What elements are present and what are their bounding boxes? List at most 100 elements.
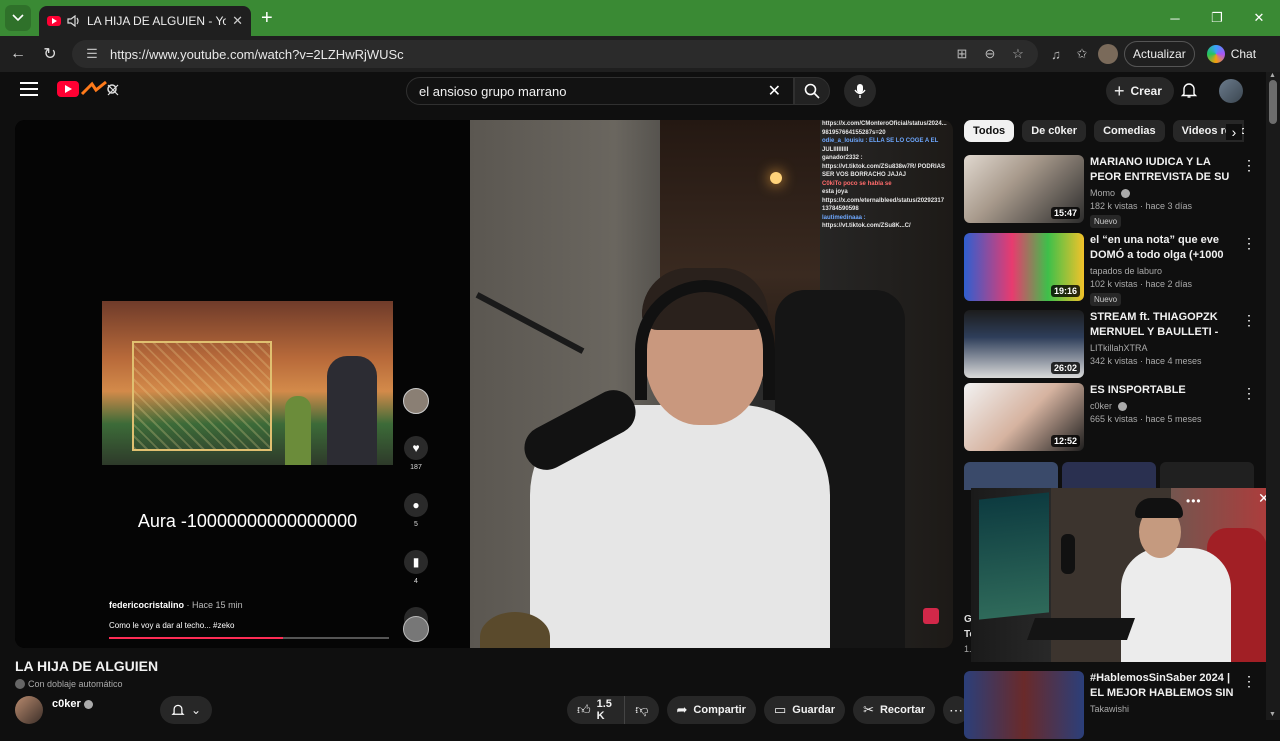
create-label: Crear (1130, 84, 1162, 98)
new-tab-button[interactable]: + (261, 8, 273, 28)
doodle-icon[interactable] (80, 80, 122, 98)
notifications-bell-icon[interactable] (1180, 81, 1198, 99)
video-player[interactable]: Aura -10000000000000000 ♥ 187 ● 5 ▮ 4 ➦ … (15, 120, 953, 648)
kebab-menu-icon[interactable]: ⋮ (1242, 673, 1256, 690)
video-title-link[interactable]: #HablemosSinSaber 2024 | EL MEJOR HABLEM… (1090, 671, 1238, 701)
keyboard-shape (1026, 618, 1136, 640)
picture-in-picture-window[interactable] (971, 488, 1277, 662)
recommendation-item[interactable]: 12:52 ES INSPORTABLE c0ker 665 k vistas … (964, 383, 1256, 453)
shorts-shelf (964, 462, 1254, 490)
recommendation-item[interactable]: 15:47 MARIANO IUDICA Y LA PEOR ENTREVIST… (964, 155, 1256, 229)
tiktok-creator-avatar (403, 388, 429, 414)
search-input[interactable]: el ansioso grupo marrano ✕ (406, 77, 794, 105)
browser-tab-youtube[interactable]: LA HIJA DE ALGUIEN - YouTube ✕ (39, 6, 251, 36)
video-meta: 342 k vistas · hace 4 meses (1090, 356, 1202, 366)
mic-arm-shape (475, 292, 585, 354)
tiktok-save-count: 4 (414, 578, 418, 585)
video-info: ES INSPORTABLE c0ker 665 k vistas · hace… (1090, 383, 1238, 424)
scroll-up-icon[interactable]: ▲ (1269, 72, 1276, 79)
kebab-menu-icon[interactable]: ⋮ (1242, 157, 1256, 174)
app-available-icon[interactable]: ⊞ (952, 44, 972, 64)
chevron-right-icon[interactable]: › (1226, 124, 1242, 140)
profile-avatar[interactable] (1098, 44, 1118, 64)
channel-name-text[interactable]: c0ker (52, 698, 81, 710)
youtube-logo[interactable] (57, 81, 79, 97)
tab-list-button[interactable] (5, 5, 31, 31)
tiktok-action-rail: ♥ 187 ● 5 ▮ 4 ➦ 30 (401, 388, 431, 642)
voice-search-button[interactable] (844, 75, 876, 107)
video-thumbnail[interactable]: 26:02 (964, 310, 1084, 378)
bookmark-icon: ▭ (773, 702, 787, 717)
share-label: Compartir (693, 704, 746, 716)
youtube-header: el ansioso grupo marrano ✕ + Crear (0, 72, 1264, 112)
chat-message: JULIIIIIIIII (822, 146, 849, 153)
media-control-icon[interactable]: ♫ (1046, 44, 1066, 64)
video-thumbnail[interactable]: 15:47 (964, 155, 1084, 223)
favorites-icon[interactable]: ✩ (1072, 44, 1092, 64)
menu-icon[interactable] (20, 82, 38, 96)
video-title-link[interactable]: ES INSPORTABLE (1090, 383, 1238, 398)
create-button[interactable]: + Crear (1106, 77, 1174, 105)
channel-name[interactable]: c0ker (1090, 401, 1238, 412)
short-thumbnail[interactable] (1160, 462, 1254, 490)
scrollbar-thumb[interactable] (1269, 80, 1277, 124)
speaker-icon[interactable] (67, 15, 81, 27)
tiktok-progress-fill (109, 637, 283, 639)
favorite-star-icon[interactable]: ☆ (1008, 44, 1028, 64)
reload-button[interactable]: ↻ (36, 40, 64, 68)
zoom-icon[interactable]: ⊖ (980, 44, 1000, 64)
update-button[interactable]: Actualizar (1124, 41, 1195, 67)
video-thumbnail[interactable]: 19:16 (964, 233, 1084, 301)
restore-icon[interactable]: ❐ (1196, 0, 1238, 36)
address-bar[interactable]: ☰ https://www.youtube.com/watch?v=2LZHwR… (72, 40, 1038, 68)
copilot-chat-button[interactable]: Chat (1201, 41, 1262, 67)
site-info-icon[interactable]: ☰ (82, 44, 102, 64)
recommendation-item[interactable]: #HablemosSinSaber 2024 | EL MEJOR HABLEM… (964, 671, 1256, 741)
scroll-down-icon[interactable]: ▼ (1269, 711, 1276, 718)
channel-name[interactable]: Momo (1090, 188, 1238, 199)
channel-name[interactable]: c0ker (52, 698, 93, 710)
short-thumbnail[interactable] (1062, 462, 1156, 490)
channel-name[interactable]: Takawishi (1090, 704, 1238, 714)
kebab-menu-icon[interactable]: ⋮ (1242, 312, 1256, 329)
video-title-link[interactable]: MARIANO IUDICA Y LA PEOR ENTREVISTA DE S… (1090, 155, 1238, 185)
recommendation-item[interactable]: 26:02 STREAM ft. THIAGOPZK MERNUEL Y BAU… (964, 310, 1256, 380)
recommendation-item[interactable]: 19:16 el “en una nota” que eve DOMÓ a to… (964, 233, 1256, 306)
close-window-icon[interactable]: ✕ (1238, 0, 1280, 36)
video-thumbnail[interactable] (964, 671, 1084, 739)
chat-message: https://x.com/CMonteroOficial/status/202… (822, 121, 947, 127)
kebab-menu-icon[interactable]: ⋮ (1242, 385, 1256, 402)
tiktok-caption: Como le voy a dar al techo... #zeko (109, 621, 235, 630)
account-avatar[interactable] (1219, 79, 1243, 103)
channel-name[interactable]: tapados de laburo (1090, 266, 1238, 276)
chip-comedy[interactable]: Comedias (1094, 120, 1165, 142)
pip-more-icon[interactable]: ••• (1186, 494, 1202, 508)
page-scrollbar[interactable]: ▲ ▼ (1266, 72, 1280, 720)
bookmark-icon: ▮ (404, 550, 428, 574)
new-badge: Nuevo (1090, 215, 1122, 229)
minimize-icon[interactable]: ─ (1154, 0, 1196, 36)
back-button[interactable]: ← (4, 40, 32, 68)
video-title-link[interactable]: STREAM ft. THIAGOPZK MERNUEL Y BAULLETI … (1090, 310, 1238, 340)
channel-name-text[interactable]: c0ker (1090, 401, 1112, 411)
chat-message: odie_a_louisiu : ELLA SE LO COGE A EL (822, 138, 939, 144)
chip-from-channel[interactable]: De c0ker (1022, 120, 1087, 142)
auto-dub-badge: Con doblaje automático (15, 677, 123, 690)
short-thumbnail[interactable] (964, 462, 1058, 490)
share-icon: ➦ (676, 702, 688, 717)
video-thumbnail[interactable]: 12:52 (964, 383, 1084, 451)
channel-name[interactable]: LITkillahXTRA (1090, 343, 1238, 353)
url-text[interactable]: https://www.youtube.com/watch?v=2LZHwRjW… (110, 47, 944, 62)
close-tab-icon[interactable]: ✕ (232, 13, 243, 29)
video-title-link[interactable]: el “en una nota” que eve DOMÓ a todo olg… (1090, 233, 1238, 263)
search-query[interactable]: el ansioso grupo marrano (419, 84, 768, 99)
clear-search-icon[interactable]: ✕ (768, 81, 781, 101)
comment-icon: ● (404, 493, 428, 517)
channel-name-text[interactable]: Momo (1090, 188, 1115, 198)
tiktok-username: federicocristalino · Hace 15 min (109, 600, 243, 610)
kebab-menu-icon[interactable]: ⋮ (1242, 235, 1256, 252)
search-button[interactable] (794, 77, 830, 105)
chip-all[interactable]: Todos (964, 120, 1015, 142)
video-title: LA HIJA DE ALGUIEN (15, 658, 159, 674)
net-shape (132, 341, 272, 451)
